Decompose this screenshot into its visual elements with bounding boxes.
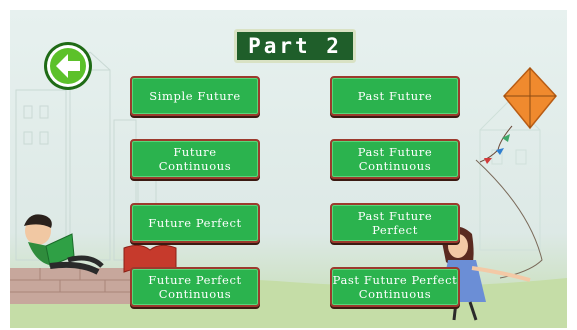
- future-continuous-button[interactable]: Future Continuous: [130, 139, 260, 179]
- past-future-button[interactable]: Past Future: [330, 76, 460, 116]
- back-button[interactable]: [42, 40, 94, 92]
- past-future-perfect-continuous-button[interactable]: Past Future Perfect Continuous: [330, 267, 460, 307]
- past-future-continuous-button[interactable]: Past Future Continuous: [330, 139, 460, 179]
- future-perfect-button[interactable]: Future Perfect: [130, 203, 260, 243]
- simple-future-button[interactable]: Simple Future: [130, 76, 260, 116]
- past-future-perfect-button[interactable]: Past Future Perfect: [330, 203, 460, 243]
- lesson-menu-screen: Part 2 Simple Future Past Future Future …: [10, 10, 567, 328]
- brick-wall: [10, 268, 130, 304]
- page-title: Part 2: [234, 29, 356, 63]
- arrow-left-icon: [44, 42, 92, 90]
- kite-illustration: [475, 66, 557, 279]
- reading-boy-illustration: [24, 214, 104, 275]
- future-perfect-continuous-button[interactable]: Future Perfect Continuous: [130, 267, 260, 307]
